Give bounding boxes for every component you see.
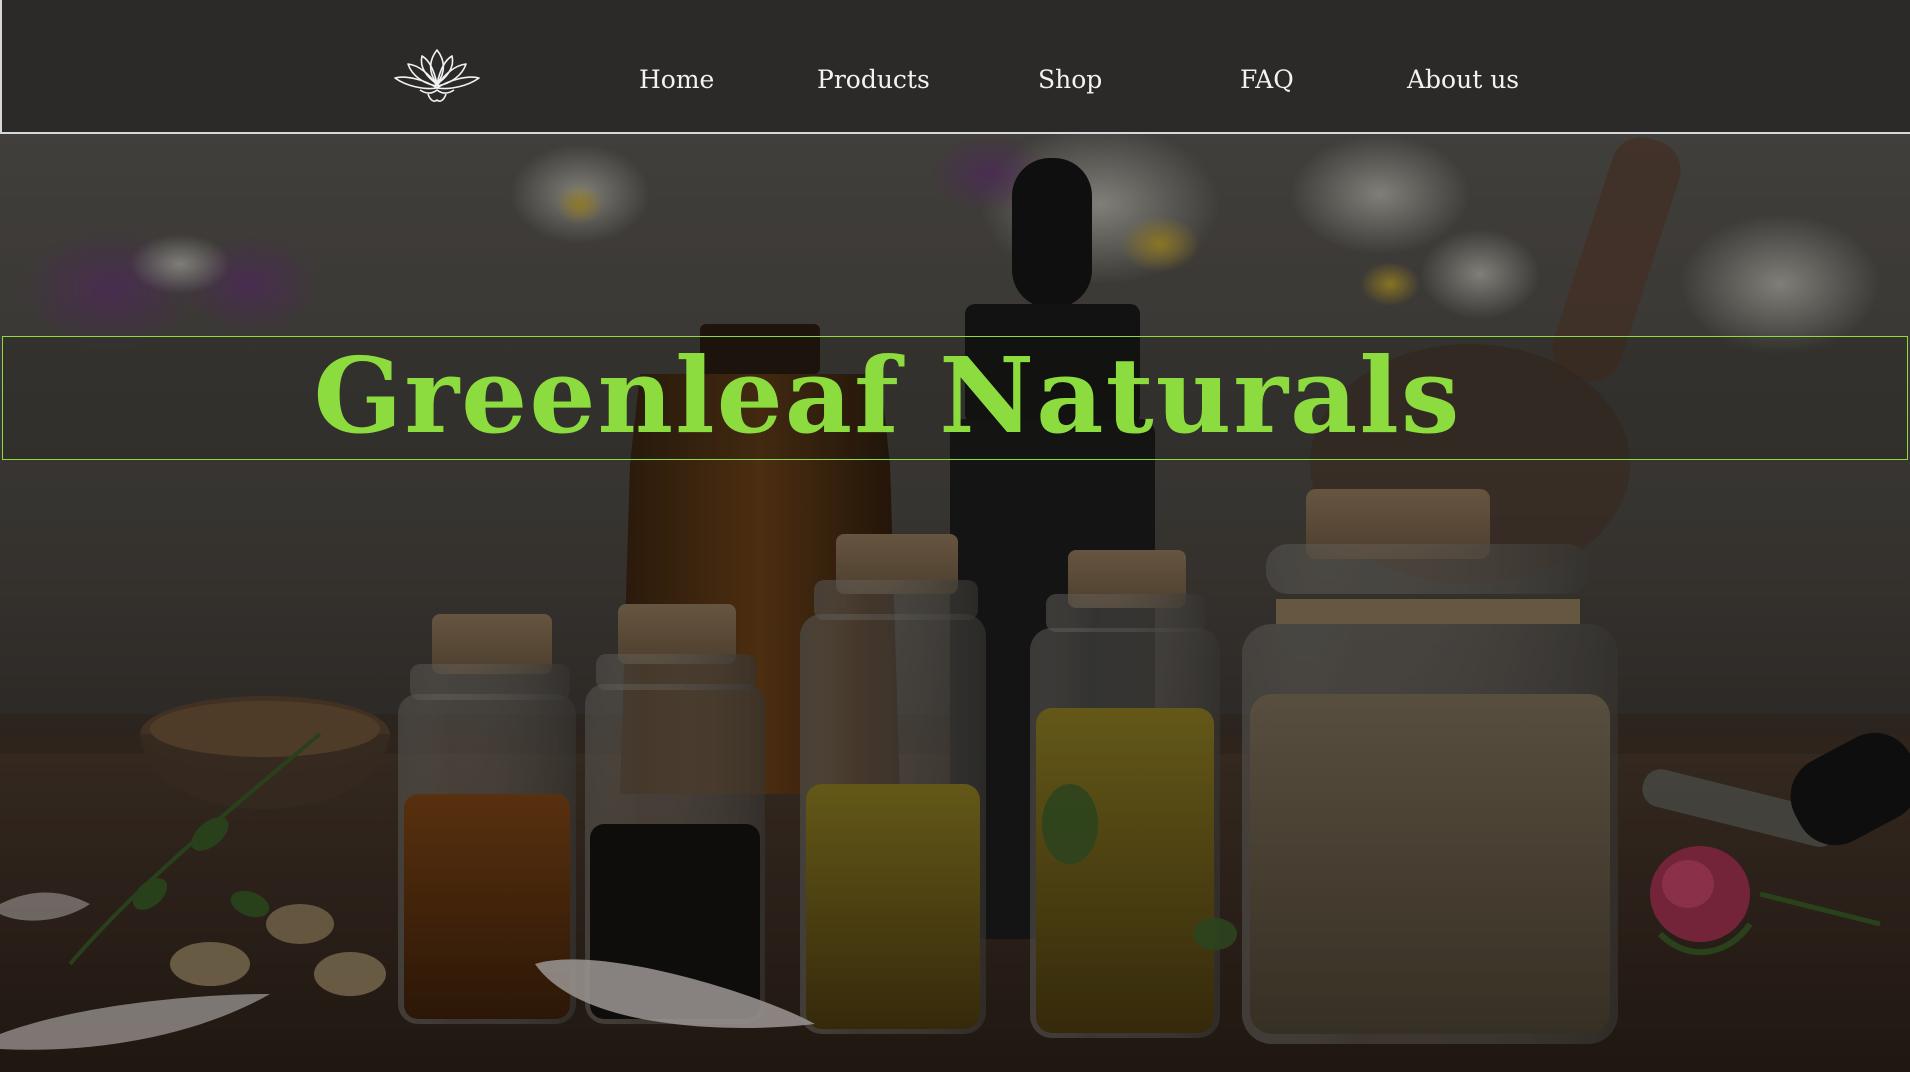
nav-item-faq[interactable]: FAQ (1240, 67, 1294, 92)
hero-background-image (0, 134, 1910, 1072)
top-navbar: Home Products Shop FAQ About us (0, 0, 1910, 134)
nav-item-shop[interactable]: Shop (1038, 67, 1102, 92)
nav-item-home[interactable]: Home (639, 67, 714, 92)
nav-item-about-us[interactable]: About us (1407, 67, 1519, 92)
lotus-icon[interactable] (392, 42, 482, 108)
nav-item-products[interactable]: Products (817, 67, 930, 92)
hero-title: Greenleaf Naturals (313, 334, 1462, 457)
hero-section: Greenleaf Naturals (0, 134, 1910, 1072)
